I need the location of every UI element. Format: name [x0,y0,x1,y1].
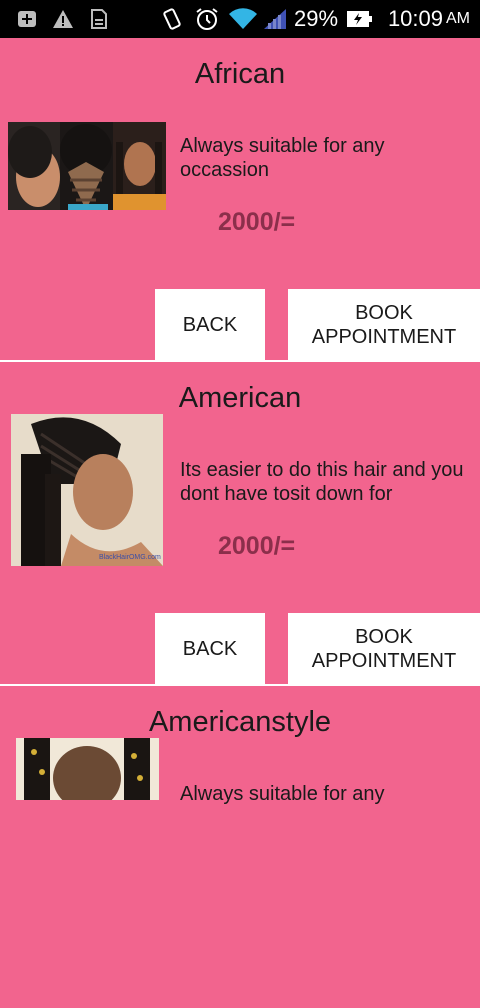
card-title: African [194,58,286,90]
hairstyle-image [8,122,166,210]
add-notification-icon [16,0,38,38]
alarm-icon [194,0,220,38]
hairstyle-image [16,738,159,800]
card-description: Always suitable for any occassion [180,135,385,181]
clock-time: 10:09 [387,6,443,31]
battery-percent: 29% [294,6,339,31]
clock: 10:09 AM [388,0,470,38]
card-description: Its easier to do this hair and you dont … [180,459,464,505]
vibrate-icon [160,0,184,38]
card-description: Always suitable for any [180,783,385,805]
hairstyle-card: Americanstyle Always suitable for any [0,686,480,1008]
wifi-icon [228,0,258,38]
card-title: American [178,382,302,414]
back-button[interactable]: BACK [155,289,265,361]
hairstyle-card: African Always suitable for any occassio… [0,38,480,361]
book-appointment-button[interactable]: BOOK APPOINTMENT [288,613,480,685]
signal-icon [262,0,288,38]
card-price: 2000/= [218,208,296,236]
hairstyle-image: BlackHairOMG.com [11,414,163,566]
clock-ampm: AM [446,10,470,27]
card-title: Americanstyle [148,706,332,738]
card-price: 2000/= [218,532,296,560]
battery-charging-icon [346,0,372,38]
status-bar: 29% 10:09 AM [0,0,480,38]
sd-card-icon [88,0,108,38]
warning-icon [52,0,74,38]
back-button[interactable]: BACK [155,613,265,685]
book-appointment-button[interactable]: BOOK APPOINTMENT [288,289,480,361]
hairstyle-card: American BlackHairOMG.com Its easier to … [0,362,480,685]
image-watermark: BlackHairOMG.com [99,554,161,561]
